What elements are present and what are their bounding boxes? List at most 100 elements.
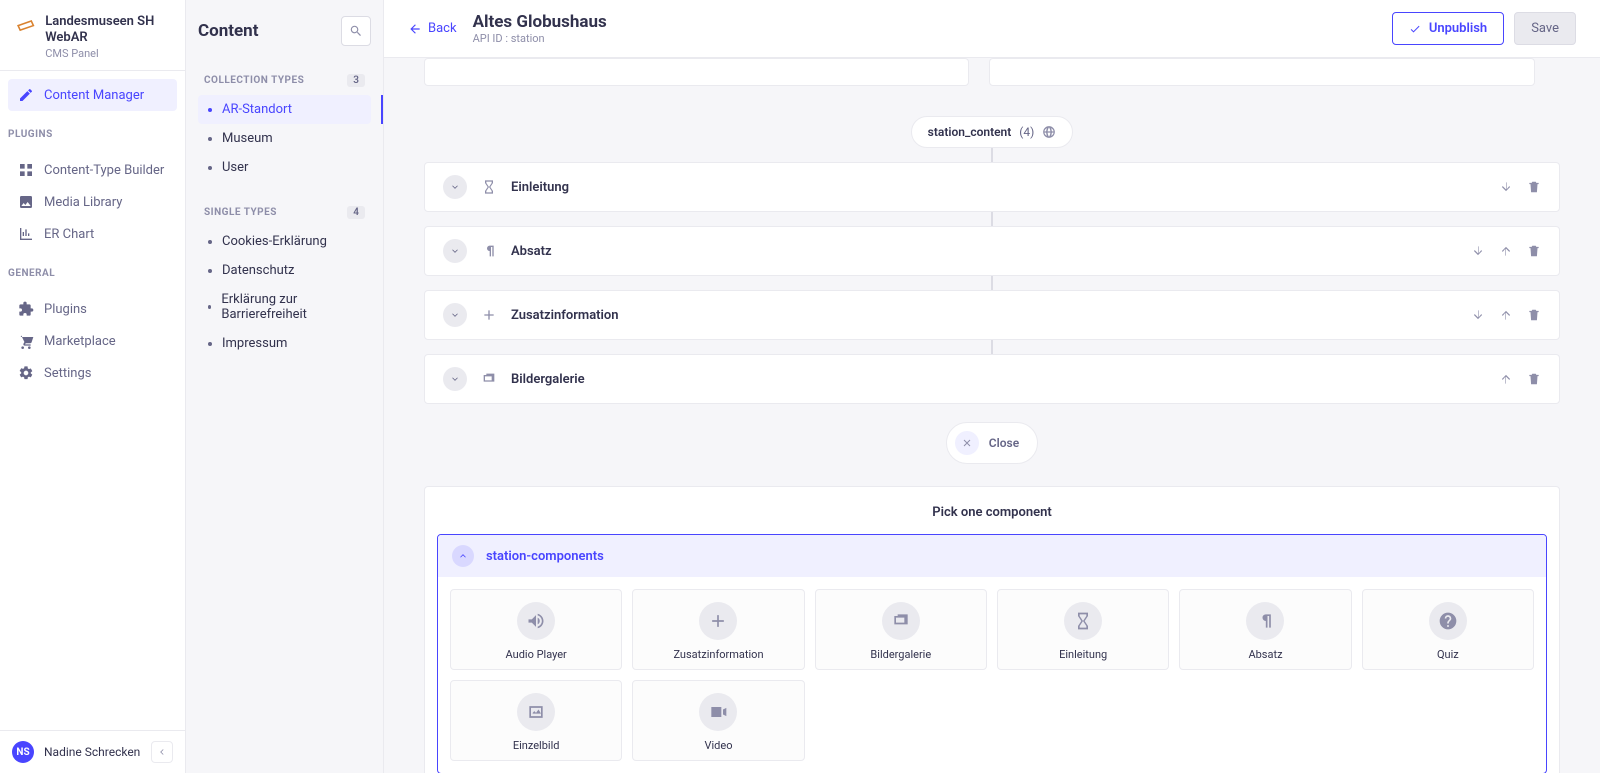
single-item[interactable]: Impressum <box>198 329 371 358</box>
nav-content-type-builder[interactable]: Content-Type Builder <box>8 154 177 186</box>
expand-button[interactable] <box>443 303 467 327</box>
delete-icon[interactable] <box>1527 244 1541 258</box>
nav-media-library[interactable]: Media Library <box>8 186 177 218</box>
collection-item[interactable]: Museum <box>198 124 371 153</box>
nav-er-chart[interactable]: ER Chart <box>8 218 177 250</box>
unpublish-button[interactable]: Unpublish <box>1392 12 1504 45</box>
gear-icon <box>18 365 34 381</box>
main: Back Altes Globushaus API ID : station U… <box>384 0 1600 773</box>
pilcrow-icon <box>1246 602 1284 640</box>
picker-option[interactable]: Video <box>632 680 804 761</box>
dz-pill[interactable]: station_content (4) <box>911 116 1074 148</box>
close-icon <box>961 437 973 449</box>
plus-icon <box>699 602 737 640</box>
delete-icon[interactable] <box>1527 180 1541 194</box>
move-up-icon[interactable] <box>1499 308 1513 322</box>
delete-icon[interactable] <box>1527 308 1541 322</box>
images-icon <box>882 602 920 640</box>
single-item[interactable]: Datenschutz <box>198 256 371 285</box>
picker-option-label: Zusatzinformation <box>673 648 763 661</box>
component-row: Absatz <box>424 226 1560 276</box>
unpublish-label: Unpublish <box>1429 21 1487 36</box>
component-row: Einleitung <box>424 162 1560 212</box>
move-up-icon[interactable] <box>1499 244 1513 258</box>
component-label: Absatz <box>511 244 552 259</box>
single-types-count: 4 <box>347 206 365 219</box>
chevron-down-icon <box>450 182 460 192</box>
picker-option-label: Bildergalerie <box>870 648 931 661</box>
close-picker-button[interactable]: Close <box>946 422 1038 464</box>
chevron-down-icon <box>450 246 460 256</box>
component-row: Bildergalerie <box>424 354 1560 404</box>
globe-icon <box>1042 125 1056 139</box>
picker-option-label: Absatz <box>1248 648 1282 661</box>
move-up-icon[interactable] <box>1499 372 1513 386</box>
move-down-icon[interactable] <box>1471 244 1485 258</box>
nav-label: Media Library <box>44 195 122 210</box>
picker-option[interactable]: Audio Player <box>450 589 622 670</box>
app-title: Landesmuseen SH WebAR <box>45 14 169 47</box>
search-button[interactable] <box>341 16 371 46</box>
delete-icon[interactable] <box>1527 372 1541 386</box>
single-item[interactable]: Erklärung zur Barrierefreiheit <box>198 285 371 329</box>
nav-settings[interactable]: Settings <box>8 357 177 389</box>
app-logo-icon <box>15 15 37 41</box>
field-row <box>424 58 1560 86</box>
picker-option[interactable]: Quiz <box>1362 589 1534 670</box>
picker-option[interactable]: Einleitung <box>997 589 1169 670</box>
nav-marketplace[interactable]: Marketplace <box>8 325 177 357</box>
expand-button[interactable] <box>443 367 467 391</box>
picker-option-label: Einzelbild <box>513 739 560 752</box>
picker-title: Pick one component <box>437 505 1547 520</box>
expand-button[interactable] <box>443 239 467 263</box>
picker-option[interactable]: Absatz <box>1179 589 1351 670</box>
nav-label: Content Manager <box>44 88 144 103</box>
picker-option[interactable]: Zusatzinformation <box>632 589 804 670</box>
content-sidebar: Content COLLECTION TYPES 3 AR-StandortMu… <box>186 0 384 773</box>
puzzle-icon <box>18 301 34 317</box>
image-icon <box>517 693 555 731</box>
chevron-left-icon <box>157 747 167 757</box>
collection-item[interactable]: AR-Standort <box>198 95 371 124</box>
content-sidebar-title: Content <box>198 21 258 41</box>
builder-icon <box>18 162 34 178</box>
collection-types-count: 3 <box>347 74 365 87</box>
nav-label: Content-Type Builder <box>44 163 164 178</box>
save-button[interactable]: Save <box>1514 12 1576 45</box>
expand-button[interactable] <box>443 175 467 199</box>
content-header: Back Altes Globushaus API ID : station U… <box>384 0 1600 58</box>
dz-count: (4) <box>1019 125 1034 139</box>
close-label: Close <box>989 436 1019 450</box>
collection-label: AR-Standort <box>222 102 292 117</box>
collection-item[interactable]: User <box>198 153 371 182</box>
single-label: Datenschutz <box>222 263 294 278</box>
nav-label: Settings <box>44 366 91 381</box>
back-link[interactable]: Back <box>408 21 457 36</box>
pencil-icon <box>18 87 34 103</box>
picker-option-label: Einleitung <box>1059 648 1107 661</box>
picker-option[interactable]: Einzelbild <box>450 680 622 761</box>
connector <box>991 276 993 290</box>
single-item[interactable]: Cookies-Erklärung <box>198 227 371 256</box>
user-avatar[interactable]: NS <box>12 741 34 763</box>
nav-content-manager[interactable]: Content Manager <box>8 79 177 111</box>
hourglass-icon <box>481 179 497 195</box>
move-down-icon[interactable] <box>1471 308 1485 322</box>
collapse-button[interactable] <box>151 741 173 763</box>
single-label: Cookies-Erklärung <box>222 234 327 249</box>
chart-icon <box>18 226 34 242</box>
chevron-down-icon <box>450 310 460 320</box>
picker-group-label: station-components <box>486 549 604 564</box>
back-label: Back <box>428 21 457 36</box>
collection-label: User <box>222 160 248 175</box>
nav-footer: NS Nadine Schrecken <box>0 730 185 773</box>
picker-group-head[interactable]: station-components <box>438 535 1546 577</box>
component-label: Einleitung <box>511 180 569 195</box>
move-down-icon[interactable] <box>1499 180 1513 194</box>
audio-icon <box>517 602 555 640</box>
api-id: API ID : station <box>473 32 607 45</box>
nav-plugins[interactable]: Plugins <box>8 293 177 325</box>
picker-option[interactable]: Bildergalerie <box>815 589 987 670</box>
user-name: Nadine Schrecken <box>44 745 140 759</box>
arrow-left-icon <box>408 22 422 36</box>
